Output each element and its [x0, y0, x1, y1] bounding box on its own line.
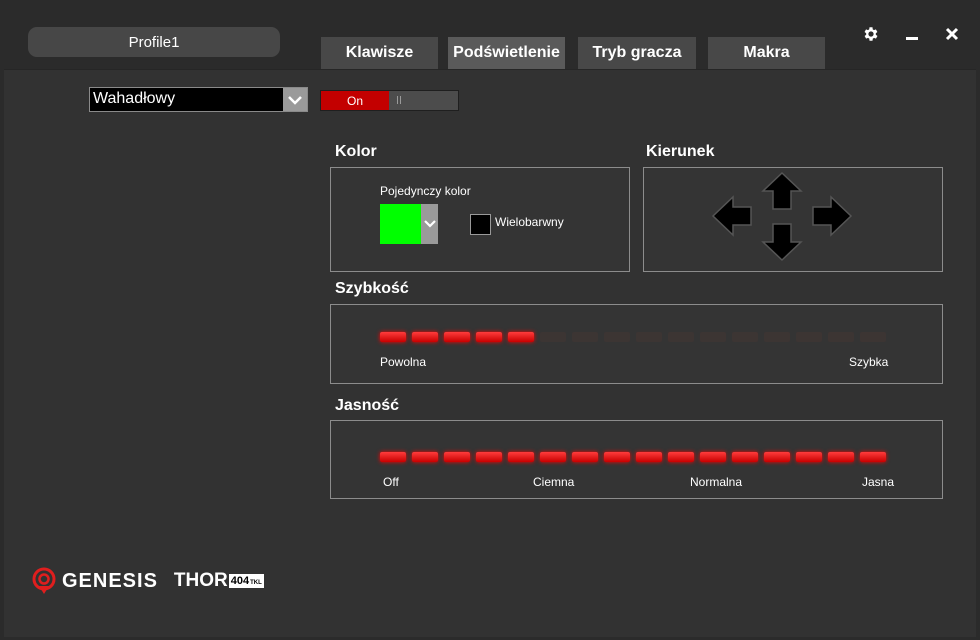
brightness-segment[interactable]: [668, 452, 694, 462]
speed-min-label: Powolna: [380, 355, 427, 369]
brightness-segment[interactable]: [444, 452, 470, 462]
brightness-label-jasna: Jasna: [862, 475, 895, 489]
minimize-button[interactable]: [900, 22, 924, 46]
down-arrow-icon[interactable]: [761, 222, 803, 262]
tab-podswietlenie[interactable]: Podświetlenie: [448, 37, 565, 69]
kolor-box: Pojedynczy kolor Wielobarwny: [330, 167, 630, 272]
settings-button[interactable]: [859, 22, 883, 46]
brightness-segment[interactable]: [380, 452, 406, 462]
power-toggle[interactable]: On: [320, 90, 459, 111]
brightness-label-normalna: Normalna: [690, 475, 743, 489]
kolor-title: Kolor: [335, 143, 377, 160]
brand-model-badge: 404 TKL: [228, 574, 264, 588]
speed-max-label: Szybka: [849, 355, 889, 369]
speed-segment[interactable]: [796, 332, 822, 342]
up-arrow-icon[interactable]: [761, 171, 803, 211]
left-arrow-icon[interactable]: [711, 194, 753, 238]
speed-segment[interactable]: [860, 332, 886, 342]
brightness-segment[interactable]: [508, 452, 534, 462]
speed-segment[interactable]: [732, 332, 758, 342]
profile-selector[interactable]: Profile1: [28, 27, 280, 57]
right-arrow-icon[interactable]: [811, 194, 853, 238]
brightness-segment[interactable]: [860, 452, 886, 462]
jasnosc-title: Jasność: [335, 397, 400, 414]
speed-segment[interactable]: [508, 332, 534, 342]
brightness-segment[interactable]: [700, 452, 726, 462]
multicolor-checkbox[interactable]: [470, 214, 491, 235]
brightness-segment[interactable]: [412, 452, 438, 462]
speed-segment[interactable]: [700, 332, 726, 342]
close-icon: [945, 27, 959, 41]
speed-segment[interactable]: [444, 332, 470, 342]
speed-segment[interactable]: [380, 332, 406, 342]
brightness-segment[interactable]: [604, 452, 630, 462]
minimize-icon: [906, 37, 918, 40]
chevron-down-icon[interactable]: [283, 88, 307, 111]
toggle-grip: [397, 96, 398, 104]
brightness-segment[interactable]: [732, 452, 758, 462]
brightness-segment[interactable]: [476, 452, 502, 462]
speed-segment[interactable]: [828, 332, 854, 342]
brightness-label-ciemna: Ciemna: [533, 475, 575, 489]
szybkosc-title: Szybkość: [335, 280, 409, 297]
tab-label: Podświetlenie: [453, 44, 560, 61]
speed-slider[interactable]: [380, 332, 886, 342]
single-color-label: Pojedynczy kolor: [380, 184, 471, 198]
speed-segment[interactable]: [764, 332, 790, 342]
speed-box: Powolna Szybka: [330, 304, 943, 384]
effect-select-value: Wahadłowy: [93, 90, 176, 107]
speed-segment[interactable]: [540, 332, 566, 342]
kierunek-title: Kierunek: [646, 143, 715, 160]
brand-model: 404: [230, 575, 250, 587]
effect-select[interactable]: Wahadłowy: [89, 87, 308, 112]
speed-segment[interactable]: [412, 332, 438, 342]
brightness-segment[interactable]: [540, 452, 566, 462]
chevron-down-icon[interactable]: [421, 204, 438, 244]
brightness-segment[interactable]: [636, 452, 662, 462]
genesis-logo-icon: [32, 567, 56, 594]
speed-segment[interactable]: [572, 332, 598, 342]
brightness-slider[interactable]: [380, 452, 886, 462]
speed-segment[interactable]: [476, 332, 502, 342]
tab-makra[interactable]: Makra: [708, 37, 825, 69]
color-swatch[interactable]: [380, 204, 421, 244]
tab-label: Klawisze: [345, 44, 414, 61]
toggle-on-label: On: [321, 91, 389, 110]
brand-name: GENESIS: [62, 569, 158, 592]
speed-segment[interactable]: [668, 332, 694, 342]
toggle-grip: [400, 96, 401, 104]
brightness-segment[interactable]: [828, 452, 854, 462]
tab-label: Tryb gracza: [592, 44, 682, 61]
brand-product: THOR: [173, 570, 228, 591]
speed-segment[interactable]: [636, 332, 662, 342]
brand-logo: GENESIS THOR 404 TKL: [30, 567, 264, 595]
tab-klawisze[interactable]: Klawisze: [321, 37, 438, 69]
brightness-segment[interactable]: [764, 452, 790, 462]
brightness-label-off: Off: [383, 475, 399, 489]
gear-icon: [864, 27, 878, 41]
profile-name: Profile1: [128, 33, 180, 51]
brand-model-suffix: TKL: [250, 580, 262, 586]
speed-segment[interactable]: [604, 332, 630, 342]
close-button[interactable]: [940, 22, 964, 46]
tab-label: Makra: [743, 44, 790, 61]
brightness-box: Off Ciemna Normalna Jasna: [330, 420, 943, 499]
kierunek-box: [643, 167, 943, 272]
brightness-segment[interactable]: [572, 452, 598, 462]
brightness-segment[interactable]: [796, 452, 822, 462]
multicolor-label: Wielobarwny: [495, 215, 564, 229]
tab-tryb-gracza[interactable]: Tryb gracza: [578, 37, 696, 69]
